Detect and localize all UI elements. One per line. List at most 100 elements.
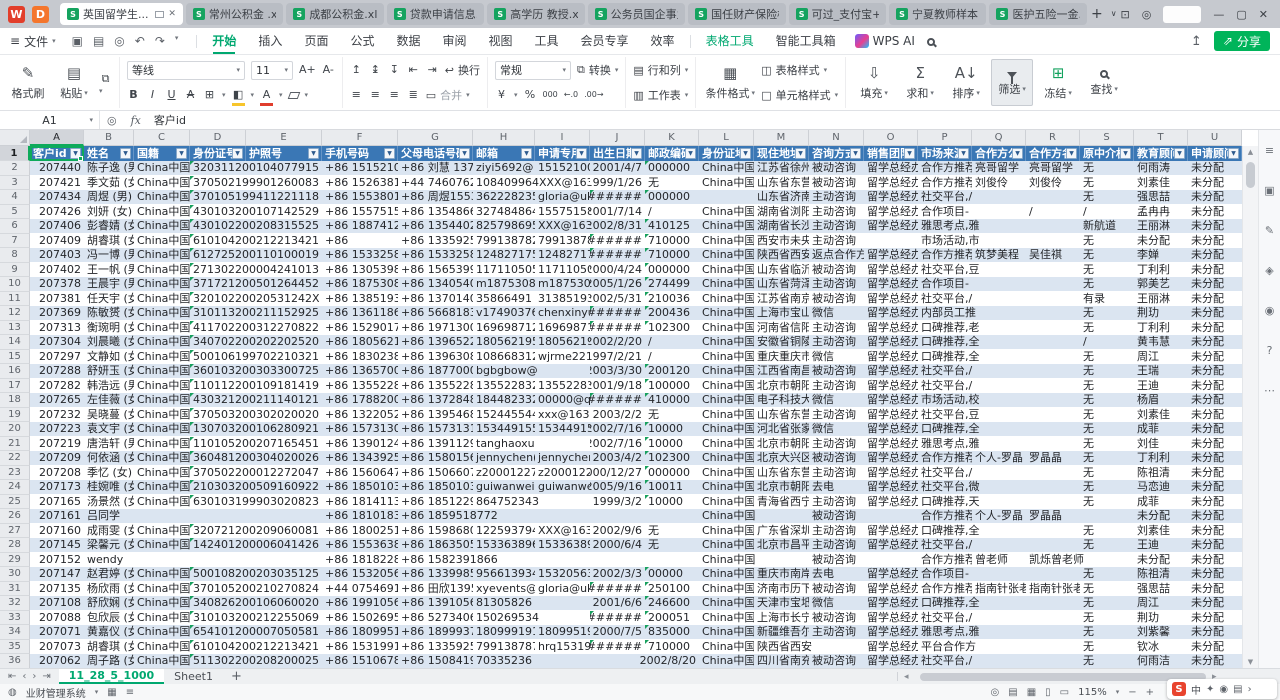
- cell[interactable]: 327484864: [473, 205, 535, 219]
- side-panel-icon-4[interactable]: ◈: [1265, 264, 1273, 277]
- cell[interactable]: 雅思考点,雅: [918, 437, 1080, 451]
- cell[interactable]: 207297: [30, 350, 84, 364]
- cell[interactable]: 110112200109181419: [190, 379, 322, 393]
- cell[interactable]: 湖南省长沙: [754, 219, 809, 233]
- cell[interactable]: 630103199903020823: [190, 495, 322, 509]
- cell[interactable]: 2000/12/27: [590, 466, 645, 480]
- cell[interactable]: China中国: [134, 408, 190, 422]
- cell[interactable]: 留学总经办: [864, 524, 918, 538]
- cell[interactable]: 无: [1080, 393, 1134, 407]
- row-number[interactable]: 10: [0, 277, 30, 292]
- cell[interactable]: 153449155: [473, 422, 535, 436]
- cell[interactable]: 微信: [809, 596, 864, 610]
- cell[interactable]: 衡琬明 (女: [84, 321, 134, 335]
- cell[interactable]: 未分配: [1188, 292, 1242, 306]
- cell[interactable]: bgbgbow@: [473, 364, 590, 378]
- cell[interactable]: 荆玏: [1134, 306, 1188, 320]
- file-tab[interactable]: S英国留学生...✕: [60, 3, 183, 25]
- cell[interactable]: 成菲: [1134, 422, 1188, 436]
- cell[interactable]: 北京市朝阳: [754, 480, 809, 494]
- cell[interactable]: 新航道: [1080, 219, 1134, 233]
- cell[interactable]: 凯烁曾老师: [1026, 553, 1134, 567]
- rows-cols-button[interactable]: ▤行和列▾: [633, 59, 688, 81]
- cell[interactable]: +86 1533258500: [398, 248, 473, 262]
- cell[interactable]: +86 15575158: [322, 205, 398, 219]
- align-left-button[interactable]: ≡: [350, 87, 363, 103]
- cell[interactable]: China中国: [699, 393, 754, 407]
- cell[interactable]: 无: [1080, 277, 1134, 291]
- cell[interactable]: 被动咨询: [809, 611, 864, 625]
- cell[interactable]: +86 18501030: [322, 480, 398, 494]
- cell[interactable]: 刘素佳: [1134, 524, 1188, 538]
- cell[interactable]: +86 1598680233: [398, 524, 473, 538]
- cell[interactable]: 市场活动,校: [918, 393, 1080, 407]
- cell[interactable]: 北京市朝阳: [754, 437, 809, 451]
- cell[interactable]: z20001227: [535, 466, 590, 480]
- borders-button[interactable]: ⊞: [203, 87, 216, 103]
- row-number[interactable]: 33: [0, 611, 30, 626]
- column-letter[interactable]: F: [322, 130, 398, 146]
- cell[interactable]: 未分配: [1188, 219, 1242, 233]
- strikethrough-button[interactable]: A: [184, 87, 197, 103]
- cell[interactable]: 000000: [645, 190, 754, 204]
- column-letter[interactable]: A: [30, 130, 84, 146]
- cell[interactable]: China中国: [134, 495, 190, 509]
- cell[interactable]: 社交平台,/: [918, 611, 1080, 625]
- cell[interactable]: 500106199702210321: [190, 350, 322, 364]
- cell[interactable]: 刘佳: [1134, 437, 1188, 451]
- ribbon-tab[interactable]: 开始: [201, 29, 247, 54]
- cell[interactable]: 冯一博 (男: [84, 248, 134, 262]
- cell[interactable]: 100000: [645, 379, 699, 393]
- cell[interactable]: 留学总经办: [864, 321, 918, 335]
- cell[interactable]: 被动咨询: [809, 451, 864, 465]
- cell[interactable]: +86 1391129694: [398, 437, 473, 451]
- cell[interactable]: 310103200212255069: [190, 611, 322, 625]
- cell[interactable]: 956613934: [473, 567, 535, 581]
- cell[interactable]: 无: [1080, 495, 1134, 509]
- cell[interactable]: 合作方推荐: [918, 582, 972, 596]
- cell[interactable]: 山东省东营: [754, 408, 809, 422]
- cell[interactable]: 留学总经办: [864, 538, 918, 552]
- cell[interactable]: 207426: [30, 205, 84, 219]
- cell[interactable]: 2002/3/3: [590, 567, 645, 581]
- row-number[interactable]: 3: [0, 176, 30, 191]
- cell[interactable]: 1997/2/21: [590, 350, 645, 364]
- cell[interactable]: 留学总经办: [864, 466, 918, 480]
- row-number[interactable]: 1: [0, 146, 30, 161]
- cell[interactable]: 430321200211140121: [190, 393, 322, 407]
- cell[interactable]: 河北省张家: [754, 422, 809, 436]
- cell[interactable]: 未分配: [1188, 596, 1242, 610]
- cell[interactable]: 刘紫馨: [1134, 625, 1188, 639]
- cell[interactable]: 10000: [645, 422, 699, 436]
- cell[interactable]: 重庆市南岸: [754, 567, 809, 581]
- cell[interactable]: China中国: [134, 640, 190, 654]
- cell[interactable]: +86 18753080: [322, 277, 398, 291]
- column-letter[interactable]: C: [134, 130, 190, 146]
- cell[interactable]: China中国: [699, 524, 754, 538]
- cell[interactable]: 黄嘉仪 (女: [84, 625, 134, 639]
- cell[interactable]: China中国: [699, 451, 754, 465]
- cell[interactable]: 社交平台,/: [918, 538, 1080, 552]
- row-number[interactable]: 20: [0, 422, 30, 437]
- cell[interactable]: 王丽淋: [1134, 219, 1188, 233]
- cell[interactable]: 汤景然 (女: [84, 495, 134, 509]
- cell[interactable]: 153363896: [473, 538, 535, 552]
- cell[interactable]: China中国: [699, 161, 754, 175]
- cell[interactable]: 主动咨询: [809, 190, 864, 204]
- cell[interactable]: 710000: [645, 640, 699, 654]
- cell[interactable]: 180999191: [473, 625, 535, 639]
- cell[interactable]: +86 1565399710: [398, 263, 473, 277]
- cell[interactable]: 留学总经办: [864, 277, 918, 291]
- cell[interactable]: 内部员工推: [918, 306, 1080, 320]
- cell[interactable]: China中国: [699, 553, 809, 567]
- cell[interactable]: 留学总经办: [864, 640, 918, 654]
- cell[interactable]: China中国: [699, 422, 754, 436]
- cell[interactable]: 169698712: [535, 321, 590, 335]
- ribbon-tab[interactable]: 公式: [339, 29, 385, 54]
- ribbon-tab[interactable]: 工具: [524, 29, 570, 54]
- cell[interactable]: 无: [1080, 364, 1134, 378]
- row-number[interactable]: 18: [0, 393, 30, 408]
- cell[interactable]: 未分配: [1188, 161, 1242, 175]
- cell[interactable]: 无: [1080, 524, 1134, 538]
- cell[interactable]: 留学总经办: [864, 495, 918, 509]
